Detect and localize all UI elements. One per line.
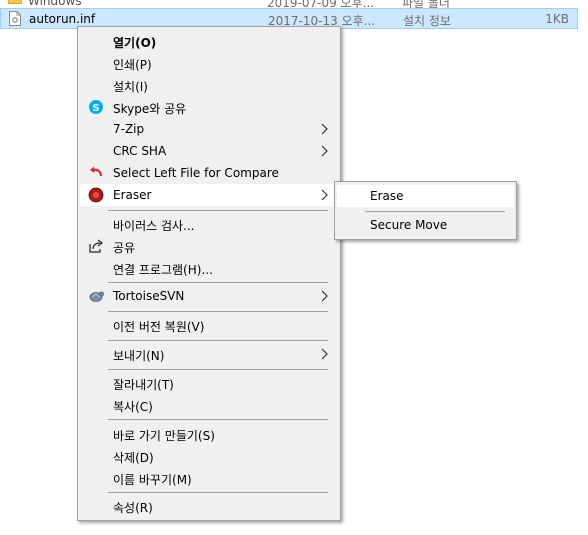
menu-item-label: Eraser: [113, 188, 152, 202]
submenu-item-erase[interactable]: Erase: [337, 185, 514, 207]
submenu-item-label: Secure Move: [370, 218, 448, 232]
context-menu: 열기(O) 인쇄(P) 설치(I) S Skype와 공유 7-Zip CRC …: [77, 26, 341, 521]
menu-item-open[interactable]: 열기(O): [80, 30, 338, 52]
menu-item-share[interactable]: 공유: [80, 235, 338, 257]
menu-separator: [108, 340, 328, 341]
chevron-right-icon: [321, 348, 328, 360]
menu-item-properties[interactable]: 속성(R): [80, 495, 338, 517]
chevron-right-icon: [321, 123, 328, 135]
menu-item-create-shortcut[interactable]: 바로 가기 만들기(S): [80, 423, 338, 445]
menu-item-delete[interactable]: 삭제(D): [80, 445, 338, 467]
eraser-icon: [88, 187, 104, 203]
menu-item-print[interactable]: 인쇄(P): [80, 52, 338, 74]
menu-item-restore-previous[interactable]: 이전 버전 복원(V): [80, 314, 338, 336]
file-size: 1KB: [545, 12, 569, 26]
menu-separator: [108, 311, 328, 312]
menu-item-label: Select Left File for Compare: [113, 166, 279, 180]
folder-icon: [8, 0, 22, 4]
menu-item-label: 복사(C): [113, 400, 153, 414]
menu-item-send-to[interactable]: 보내기(N): [80, 343, 338, 365]
submenu-item-secure-move[interactable]: Secure Move: [337, 214, 514, 236]
menu-item-label: CRC SHA: [113, 144, 167, 158]
chevron-right-icon: [321, 290, 328, 302]
menu-item-label: 보내기(N): [113, 349, 165, 363]
menu-item-skype-share[interactable]: S Skype와 공유: [80, 96, 338, 118]
menu-item-label: TortoiseSVN: [113, 289, 185, 303]
menu-separator: [108, 492, 328, 493]
menu-item-select-left-compare[interactable]: Select Left File for Compare: [80, 162, 338, 184]
compare-arrow-icon: [90, 166, 103, 177]
menu-item-label: 삭제(D): [113, 451, 154, 465]
submenu-separator: [365, 211, 505, 212]
share-icon: [89, 239, 103, 253]
chevron-right-icon: [321, 145, 328, 157]
submenu-item-label: Erase: [370, 189, 404, 203]
menu-item-label: Skype와 공유: [113, 102, 187, 116]
menu-item-label: 이름 바꾸기(M): [113, 473, 192, 487]
menu-item-virus-scan[interactable]: 바이러스 검사...: [80, 213, 338, 235]
menu-item-crc-sha[interactable]: CRC SHA: [80, 140, 338, 162]
settings-file-icon: [9, 11, 21, 26]
menu-item-label: 잘라내기(T): [113, 378, 174, 392]
menu-separator: [108, 210, 328, 211]
menu-item-label: 연결 프로그램(H)...: [113, 263, 213, 277]
menu-item-label: 바이러스 검사...: [113, 219, 195, 233]
menu-item-eraser[interactable]: Eraser: [80, 184, 338, 206]
eraser-submenu: Erase Secure Move: [334, 181, 517, 240]
menu-item-label: 인쇄(P): [113, 58, 152, 72]
chevron-right-icon: [321, 189, 328, 201]
menu-item-label: 바로 가기 만들기(S): [113, 429, 215, 443]
svg-text:S: S: [92, 103, 99, 114]
menu-item-open-with[interactable]: 연결 프로그램(H)...: [80, 257, 338, 279]
menu-separator: [108, 419, 328, 420]
file-name: autorun.inf: [29, 12, 96, 26]
menu-item-label: 속성(R): [113, 501, 153, 515]
menu-item-label: 공유: [113, 241, 136, 255]
file-type: 설치 정보: [403, 14, 451, 28]
menu-item-label: 이전 버전 복원(V): [113, 320, 205, 334]
menu-item-cut[interactable]: 잘라내기(T): [80, 372, 338, 394]
menu-item-label: 열기(O): [113, 36, 157, 50]
menu-item-label: 설치(I): [113, 80, 148, 94]
menu-item-rename[interactable]: 이름 바꾸기(M): [80, 467, 338, 489]
menu-item-label: 7-Zip: [113, 122, 145, 136]
menu-item-7zip[interactable]: 7-Zip: [80, 118, 338, 140]
tortoisesvn-icon: [89, 291, 104, 302]
menu-item-install[interactable]: 설치(I): [80, 74, 338, 96]
menu-item-tortoisesvn[interactable]: TortoiseSVN: [80, 285, 338, 307]
menu-separator: [108, 369, 328, 370]
file-name: Windows: [28, 0, 82, 8]
menu-separator: [108, 282, 328, 283]
menu-item-copy[interactable]: 복사(C): [80, 394, 338, 416]
skype-icon: S: [89, 100, 103, 114]
